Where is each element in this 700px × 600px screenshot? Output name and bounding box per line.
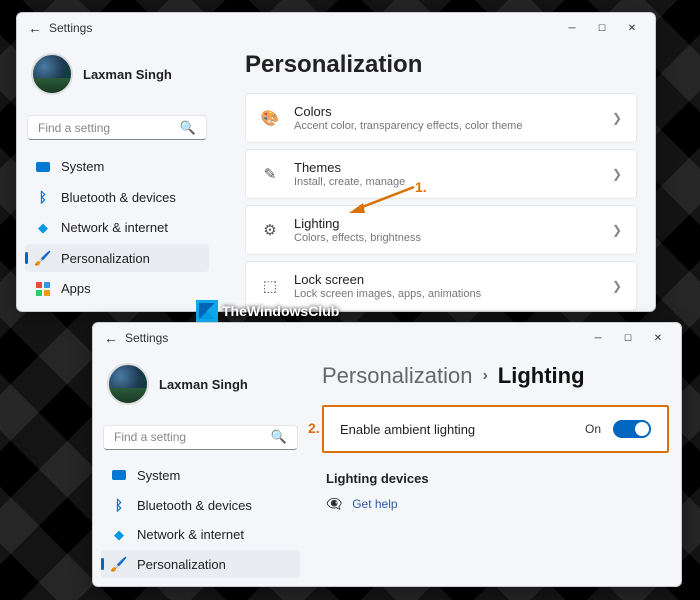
sidebar-item-label: Bluetooth & devices — [137, 498, 252, 513]
maximize-button[interactable]: ☐ — [587, 16, 617, 40]
sidebar: Laxman Singh Find a setting 🔍 System ᛒ B… — [93, 353, 308, 586]
user-block[interactable]: Laxman Singh — [101, 357, 300, 419]
system-icon — [111, 467, 127, 483]
watermark: TheWindowsClub — [196, 300, 339, 322]
card-desc: Install, create, manage — [294, 176, 598, 188]
search-icon: 🔍 — [180, 120, 196, 136]
wifi-icon: ◆ — [35, 220, 51, 236]
ambient-lighting-row: Enable ambient lighting On — [322, 405, 669, 453]
apps-icon — [35, 281, 51, 297]
search-icon: 🔍 — [271, 429, 287, 445]
card-desc: Colors, effects, brightness — [294, 232, 598, 244]
sidebar-item-label: Bluetooth & devices — [61, 190, 176, 205]
page-title: Personalization — [245, 51, 637, 79]
bluetooth-icon: ᛒ — [111, 497, 127, 513]
chevron-right-icon: ❯ — [612, 111, 622, 125]
ambient-toggle[interactable] — [613, 420, 651, 438]
avatar — [107, 363, 149, 405]
chevron-right-icon: › — [482, 367, 487, 385]
pen-icon: ✎ — [260, 165, 280, 183]
sidebar-item-bluetooth[interactable]: ᛒ Bluetooth & devices — [25, 183, 209, 212]
breadcrumb-parent[interactable]: Personalization — [322, 363, 472, 389]
sidebar-item-label: System — [61, 159, 104, 174]
wifi-icon: ◆ — [111, 527, 127, 543]
get-help-label: Get help — [352, 497, 397, 511]
sidebar-item-system[interactable]: System — [25, 152, 209, 181]
bluetooth-icon: ᛒ — [35, 189, 51, 205]
username: Laxman Singh — [83, 67, 172, 82]
search-placeholder: Find a setting — [38, 121, 180, 135]
titlebar: ← Settings ─ ☐ ✕ — [93, 323, 681, 353]
sidebar-item-label: System — [137, 468, 180, 483]
sidebar-item-label: Network & internet — [61, 220, 168, 235]
lock-screen-icon: ⬚ — [260, 277, 280, 295]
search-input[interactable]: Find a setting 🔍 — [103, 425, 298, 450]
card-lighting[interactable]: ⚙ Lighting Colors, effects, brightness ❯ — [245, 205, 637, 255]
sidebar: Laxman Singh Find a setting 🔍 System ᛒ B… — [17, 43, 217, 311]
sidebar-item-system[interactable]: System — [101, 462, 300, 490]
sidebar-item-personalization[interactable]: 🖌️ Personalization — [101, 550, 300, 578]
avatar — [31, 53, 73, 95]
gear-icon: ⚙ — [260, 221, 280, 239]
help-icon: 👁‍🗨 — [326, 496, 342, 512]
sidebar-item-personalization[interactable]: 🖌️ Personalization — [25, 244, 209, 273]
sidebar-item-network[interactable]: ◆ Network & internet — [25, 213, 209, 242]
brush-icon: 🖌️ — [35, 250, 51, 266]
search-input[interactable]: Find a setting 🔍 — [27, 115, 207, 140]
sidebar-item-label: Apps — [61, 281, 91, 296]
main-content: Personalization 🎨 Colors Accent color, t… — [217, 43, 655, 311]
search-placeholder: Find a setting — [114, 430, 271, 444]
minimize-button[interactable]: ─ — [557, 16, 587, 40]
window-title: Settings — [49, 21, 92, 35]
card-colors[interactable]: 🎨 Colors Accent color, transparency effe… — [245, 93, 637, 143]
ambient-label: Enable ambient lighting — [340, 422, 573, 437]
system-icon — [35, 159, 51, 175]
toggle-state: On — [585, 422, 601, 436]
sidebar-item-label: Personalization — [61, 251, 150, 266]
sidebar-item-label: Personalization — [137, 557, 226, 572]
chevron-right-icon: ❯ — [612, 279, 622, 293]
sidebar-item-bluetooth[interactable]: ᛒ Bluetooth & devices — [101, 491, 300, 519]
sidebar-item-apps[interactable]: Apps — [25, 274, 209, 303]
breadcrumb-current: Lighting — [498, 363, 585, 389]
sidebar-item-network[interactable]: ◆ Network & internet — [101, 521, 300, 549]
card-desc: Lock screen images, apps, animations — [294, 288, 598, 300]
close-button[interactable]: ✕ — [643, 326, 673, 350]
sidebar-item-label: Network & internet — [137, 527, 244, 542]
titlebar: ← Settings ─ ☐ ✕ — [17, 13, 655, 43]
settings-window-lighting: ← Settings ─ ☐ ✕ Laxman Singh Find a set… — [92, 322, 682, 587]
back-button[interactable]: ← — [101, 330, 121, 346]
chevron-right-icon: ❯ — [612, 223, 622, 237]
card-title: Lighting — [294, 216, 598, 231]
card-title: Themes — [294, 160, 598, 175]
window-title: Settings — [125, 331, 168, 345]
maximize-button[interactable]: ☐ — [613, 326, 643, 350]
card-themes[interactable]: ✎ Themes Install, create, manage ❯ — [245, 149, 637, 199]
main-content: Personalization › Lighting Enable ambien… — [308, 353, 681, 586]
settings-window-personalization: ← Settings ─ ☐ ✕ Laxman Singh Find a set… — [16, 12, 656, 312]
card-title: Lock screen — [294, 272, 598, 287]
username: Laxman Singh — [159, 377, 248, 392]
palette-icon: 🎨 — [260, 109, 280, 127]
card-title: Colors — [294, 104, 598, 119]
watermark-logo-icon — [196, 300, 218, 322]
close-button[interactable]: ✕ — [617, 16, 647, 40]
card-desc: Accent color, transparency effects, colo… — [294, 120, 598, 132]
brush-icon: 🖌️ — [111, 556, 127, 572]
user-block[interactable]: Laxman Singh — [25, 47, 209, 109]
section-header: Lighting devices — [326, 471, 669, 486]
breadcrumb: Personalization › Lighting — [322, 363, 669, 389]
watermark-text: TheWindowsClub — [222, 303, 339, 319]
back-button[interactable]: ← — [25, 20, 45, 36]
chevron-right-icon: ❯ — [612, 167, 622, 181]
minimize-button[interactable]: ─ — [583, 326, 613, 350]
get-help-link[interactable]: 👁‍🗨 Get help — [322, 496, 669, 512]
